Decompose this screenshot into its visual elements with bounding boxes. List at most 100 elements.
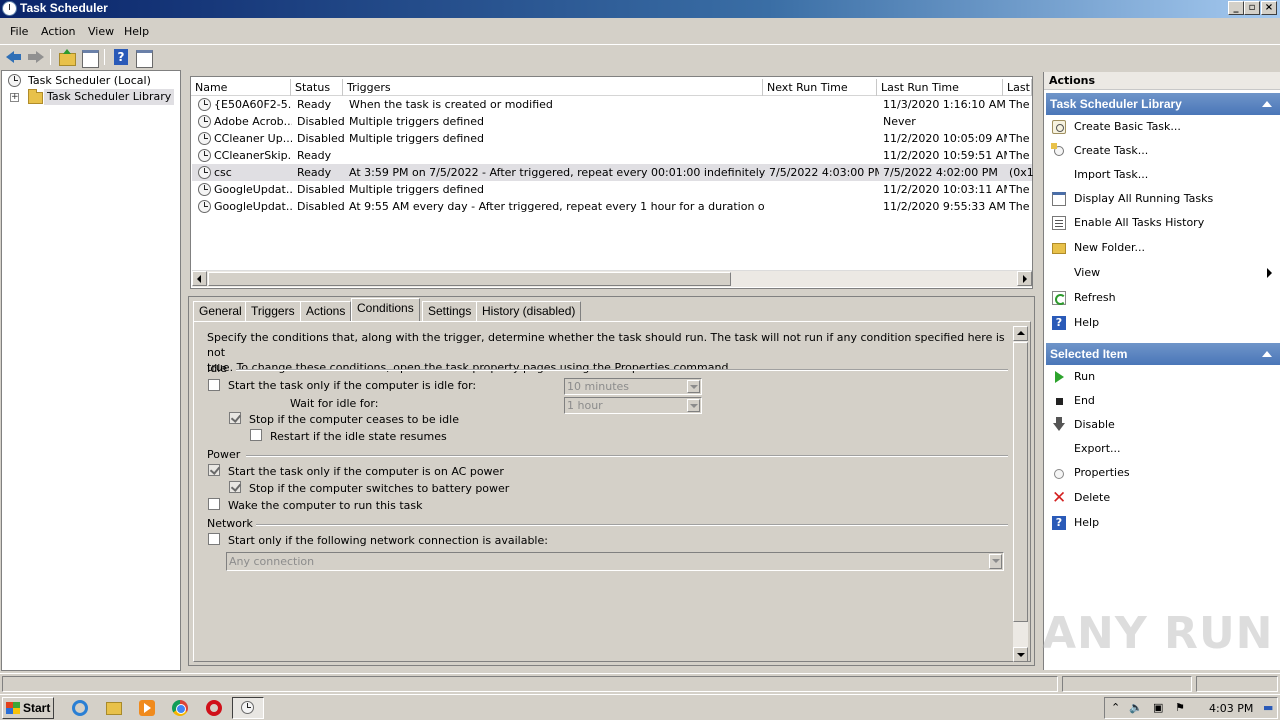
column-header-last-run[interactable]: Last Run Time (877, 79, 1003, 96)
actions-header: Actions (1044, 72, 1280, 90)
action-create-basic-task[interactable]: Create Basic Task... (1046, 116, 1280, 138)
action-disable[interactable]: Disable (1046, 414, 1280, 436)
show-hide-console-tree-icon[interactable] (80, 48, 100, 68)
file-explorer-icon[interactable] (106, 702, 122, 715)
column-header-next-run[interactable]: Next Run Time (763, 79, 877, 96)
idle-start-checkbox[interactable] (208, 379, 220, 391)
table-row[interactable]: GoogleUpdat... Disabled At 9:55 AM every d… (192, 198, 1032, 215)
tray-expand-icon[interactable]: ⌃ (1111, 699, 1120, 717)
action-export[interactable]: Export... (1046, 438, 1280, 460)
menu-view[interactable]: View (88, 25, 114, 38)
back-arrow-icon[interactable] (4, 48, 24, 66)
taskbar: Start ⌃ 🔈 ▣ ⚑ 4:03 PM ▬ (0, 694, 1280, 720)
battery-checkbox[interactable] (229, 481, 241, 493)
action-label: New Folder... (1074, 241, 1145, 254)
action-new-folder[interactable]: New Folder... (1046, 237, 1280, 259)
network-connection-select[interactable]: Any connection (226, 552, 1004, 571)
minimize-button[interactable]: _ (1228, 1, 1244, 15)
expand-icon[interactable]: + (10, 93, 19, 102)
chrome-icon[interactable] (172, 700, 188, 716)
cell-result: The (1009, 200, 1030, 213)
scroll-up-arrow-icon[interactable] (1013, 326, 1028, 341)
menu-action[interactable]: Action (41, 25, 75, 38)
status-cell (1196, 676, 1278, 692)
tab-settings[interactable]: Settings (422, 301, 478, 321)
action-help[interactable]: ? Help (1046, 312, 1280, 334)
vertical-scroll-thumb[interactable] (1013, 342, 1028, 622)
tab-conditions[interactable]: Conditions (351, 298, 420, 321)
stop-idle-checkbox[interactable] (229, 412, 241, 424)
column-header-last-result[interactable]: Last (1003, 79, 1032, 96)
menu-help[interactable]: Help (124, 25, 149, 38)
action-label: Create Task... (1074, 144, 1149, 157)
column-header-status[interactable]: Status (291, 79, 343, 96)
taskbar-task-scheduler[interactable] (232, 697, 264, 719)
table-row[interactable]: {E50A60F2-5... Ready When the task is crea… (192, 96, 1032, 113)
chevron-down-icon (989, 554, 1002, 569)
show-desktop-icon[interactable]: ▬ (1263, 699, 1273, 717)
taskbar-clock[interactable]: 4:03 PM (1209, 702, 1253, 715)
tab-actions[interactable]: Actions (300, 301, 352, 321)
title-bar: Task Scheduler _ ▫ × (0, 0, 1280, 18)
action-refresh[interactable]: Refresh (1046, 287, 1280, 309)
tree-item-library[interactable]: + Task Scheduler Library (6, 89, 176, 105)
cell-last: 7/5/2022 4:02:00 PM (883, 166, 998, 179)
horizontal-scrollbar[interactable] (192, 270, 1032, 287)
action-import-task[interactable]: Import Task... (1046, 164, 1280, 186)
forward-arrow-icon[interactable] (26, 48, 46, 66)
scroll-left-arrow-icon[interactable] (192, 271, 207, 286)
close-button[interactable]: × (1261, 1, 1277, 15)
idle-duration-select[interactable]: 10 minutes (564, 378, 702, 395)
media-player-icon[interactable] (139, 700, 155, 716)
tab-triggers[interactable]: Triggers (245, 301, 301, 321)
action-view[interactable]: View (1046, 262, 1280, 284)
collapse-icon[interactable] (1262, 351, 1272, 357)
internet-explorer-icon[interactable] (72, 700, 88, 716)
column-header-name[interactable]: Name (191, 79, 291, 96)
wake-label: Wake the computer to run this task (228, 499, 423, 512)
opera-icon[interactable] (206, 700, 222, 716)
column-header-triggers[interactable]: Triggers (343, 79, 763, 96)
tab-history[interactable]: History (disabled) (476, 301, 582, 321)
start-label: Start (23, 701, 51, 715)
tree-item-root[interactable]: Task Scheduler (Local) (6, 73, 176, 89)
action-end[interactable]: End (1046, 390, 1280, 412)
tab-general[interactable]: General (193, 301, 248, 321)
help-icon[interactable] (111, 48, 131, 66)
action-enable-history[interactable]: Enable All Tasks History (1046, 212, 1280, 234)
show-hide-action-pane-icon[interactable] (134, 48, 154, 68)
action-label: Disable (1074, 418, 1115, 431)
vertical-scrollbar[interactable] (1013, 326, 1028, 662)
table-row[interactable]: GoogleUpdat... Disabled Multiple triggers … (192, 181, 1032, 198)
wake-checkbox[interactable] (208, 498, 220, 510)
restart-idle-checkbox[interactable] (250, 429, 262, 441)
idle-duration-value: 10 minutes (567, 380, 630, 393)
table-row[interactable]: Adobe Acrob... Disabled Multiple triggers … (192, 113, 1032, 130)
ac-power-checkbox[interactable] (208, 464, 220, 476)
action-create-task[interactable]: Create Task... (1046, 140, 1280, 162)
section-task-scheduler-library[interactable]: Task Scheduler Library (1046, 93, 1280, 115)
menu-file[interactable]: File (10, 25, 28, 38)
wait-idle-select[interactable]: 1 hour (564, 397, 702, 414)
start-button[interactable]: Start (2, 697, 54, 719)
up-folder-icon[interactable] (57, 48, 77, 66)
table-row[interactable]: CCleaner Up... Disabled Multiple triggers … (192, 130, 1032, 147)
table-row[interactable]: csc Ready At 3:59 PM on 7/5/2022 - After t… (192, 164, 1033, 181)
action-run[interactable]: Run (1046, 366, 1280, 388)
network-icon[interactable]: ▣ (1153, 699, 1163, 717)
action-delete[interactable]: ✕ Delete (1046, 487, 1280, 509)
wait-idle-label: Wait for idle for: (290, 397, 379, 410)
section-selected-item[interactable]: Selected Item (1046, 343, 1280, 365)
action-properties[interactable]: Properties (1046, 462, 1280, 484)
scroll-down-arrow-icon[interactable] (1013, 647, 1028, 662)
restore-button[interactable]: ▫ (1244, 1, 1260, 15)
table-row[interactable]: CCleanerSkip... Ready 11/2/2020 10:59:51 A… (192, 147, 1032, 164)
action-display-running-tasks[interactable]: Display All Running Tasks (1046, 188, 1280, 210)
horizontal-scroll-thumb[interactable] (208, 272, 731, 286)
flag-icon[interactable]: ⚑ (1175, 699, 1185, 717)
scroll-right-arrow-icon[interactable] (1017, 271, 1032, 286)
action-help-selected[interactable]: ? Help (1046, 512, 1280, 534)
collapse-icon[interactable] (1262, 101, 1272, 107)
network-checkbox[interactable] (208, 533, 220, 545)
speaker-icon[interactable]: 🔈 (1129, 699, 1143, 717)
